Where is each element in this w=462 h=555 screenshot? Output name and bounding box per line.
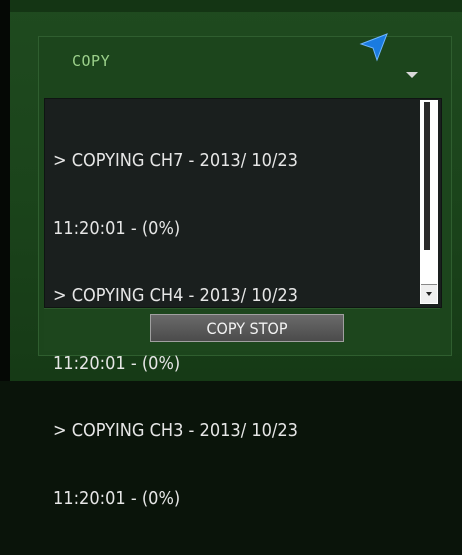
log-line: 11:20:01 - (0%) xyxy=(53,352,181,374)
log-line: > COPYING CH4 - 2013/ 10/23 xyxy=(53,285,298,306)
panel-top-strip xyxy=(10,0,462,12)
copy-stop-button[interactable]: COPY STOP xyxy=(150,314,344,342)
scroll-down-icon[interactable] xyxy=(421,284,437,303)
log-line: 11:20:01 - (0%) xyxy=(53,487,181,509)
left-edge-bar xyxy=(0,0,10,381)
copy-log-list[interactable]: > COPYING CH7 - 2013/ 10/23 11:20:01 - (… xyxy=(44,98,442,509)
dialog-title: COPY xyxy=(72,52,111,70)
log-line: > COPYING CH3 - 2013/ 10/23 xyxy=(53,420,298,441)
chevron-down-icon[interactable] xyxy=(406,72,418,78)
log-line: 11:20:01 - (0%) xyxy=(53,217,181,239)
scrollbar-thumb[interactable] xyxy=(424,102,430,250)
cursor-arrow-icon xyxy=(359,33,388,62)
log-line: > COPYING CH7 - 2013/ 10/23 xyxy=(53,150,298,171)
